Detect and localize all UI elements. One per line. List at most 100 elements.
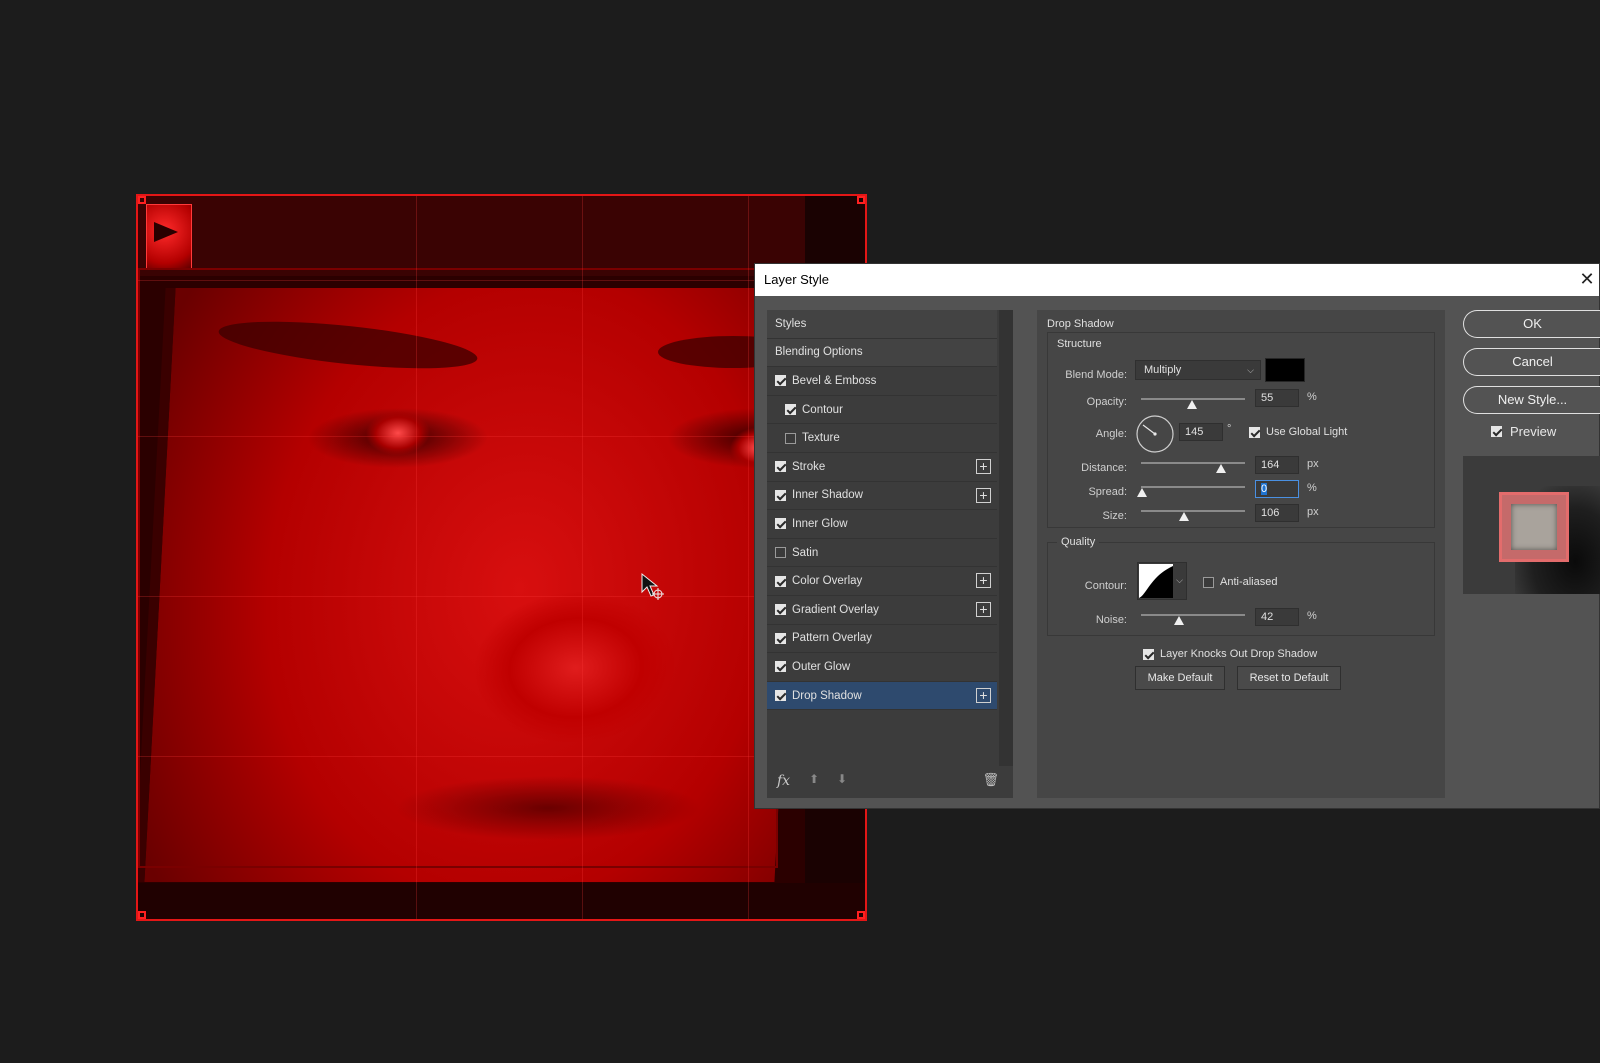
spread-slider-thumb[interactable] — [1137, 488, 1147, 497]
checkbox[interactable] — [1249, 426, 1260, 438]
styles-item-stroke[interactable]: Stroke + — [767, 452, 997, 482]
section-title: Drop Shadow — [1047, 318, 1114, 330]
chevron-down-icon: ⌵ — [1247, 365, 1254, 375]
shadow-color-swatch[interactable] — [1265, 358, 1305, 382]
spread-input[interactable]: 0 — [1255, 480, 1299, 498]
add-effect-icon[interactable]: + — [976, 573, 991, 589]
distance-input[interactable]: 164 — [1255, 456, 1299, 474]
styles-item-bevel-emboss[interactable]: Bevel & Emboss — [767, 367, 997, 396]
checkbox[interactable] — [775, 375, 786, 387]
knockout-checkbox[interactable]: Layer Knocks Out Drop Shadow — [1143, 648, 1317, 660]
styles-item-label: Texture — [802, 432, 840, 445]
styles-item-pattern-overlay[interactable]: Pattern Overlay — [767, 624, 997, 654]
checkbox[interactable] — [775, 661, 786, 673]
blend-mode-select[interactable]: Multiply ⌵ — [1135, 360, 1261, 380]
checkbox[interactable] — [775, 690, 786, 702]
dialog-body: Styles Blending Options Bevel & Emboss Cont… — [755, 296, 1600, 808]
checkbox[interactable] — [775, 632, 786, 644]
cancel-button[interactable]: Cancel — [1463, 348, 1600, 376]
add-effect-icon[interactable]: + — [976, 601, 991, 617]
anti-aliased-label: Anti-aliased — [1220, 576, 1278, 588]
blend-mode-value: Multiply — [1144, 364, 1182, 376]
guide-line — [748, 196, 749, 919]
distance-slider[interactable] — [1141, 462, 1245, 464]
add-effect-icon[interactable]: + — [976, 458, 991, 474]
styles-item-inner-glow[interactable]: Inner Glow — [767, 510, 997, 539]
styles-item-gradient-overlay[interactable]: Gradient Overlay + — [767, 595, 997, 625]
checkbox[interactable] — [775, 461, 786, 473]
checkbox[interactable] — [785, 432, 796, 444]
styles-list: Styles Blending Options Bevel & Emboss Cont… — [767, 310, 997, 711]
styles-item-inner-shadow[interactable]: Inner Shadow + — [767, 481, 997, 511]
transform-handle[interactable] — [857, 911, 865, 919]
move-up-icon[interactable]: ⬆ — [809, 772, 819, 786]
distance-slider-thumb[interactable] — [1216, 464, 1226, 473]
checkbox[interactable] — [775, 575, 786, 587]
make-default-button[interactable]: Make Default — [1135, 666, 1225, 690]
ok-button[interactable]: OK — [1463, 310, 1600, 338]
new-style-button[interactable]: New Style... — [1463, 386, 1600, 414]
layer-style-dialog: Layer Style ✕ Styles Blending Options Beve… — [754, 263, 1600, 809]
trash-icon[interactable]: 🗑 — [982, 772, 999, 788]
close-icon[interactable]: ✕ — [1575, 269, 1599, 291]
size-slider[interactable] — [1141, 510, 1245, 512]
spread-unit: % — [1307, 482, 1317, 494]
opacity-unit: % — [1307, 391, 1317, 403]
transform-handle[interactable] — [857, 196, 865, 204]
blend-mode-label: Blend Mode: — [1065, 369, 1127, 381]
styles-item-label: Outer Glow — [792, 660, 851, 673]
styles-item-outer-glow[interactable]: Outer Glow — [767, 653, 997, 682]
spread-label: Spread: — [1088, 486, 1127, 498]
opacity-input[interactable]: 55 — [1255, 389, 1299, 407]
style-preview — [1463, 456, 1600, 594]
styles-item-color-overlay[interactable]: Color Overlay + — [767, 567, 997, 596]
checkbox[interactable] — [1491, 426, 1502, 437]
move-down-icon[interactable]: ⬇ — [837, 772, 847, 786]
styles-item-styles[interactable]: Styles — [767, 310, 997, 339]
size-input[interactable]: 106 — [1255, 504, 1299, 522]
styles-item-blending-options[interactable]: Blending Options — [767, 338, 997, 368]
opacity-slider-thumb[interactable] — [1187, 400, 1197, 409]
checkbox[interactable] — [785, 404, 796, 416]
spread-slider[interactable] — [1141, 486, 1245, 488]
reset-default-button[interactable]: Reset to Default — [1237, 666, 1341, 690]
contour-picker[interactable]: ⌵ — [1137, 562, 1187, 600]
transform-handle[interactable] — [138, 196, 146, 204]
size-slider-thumb[interactable] — [1179, 512, 1189, 521]
add-effect-icon[interactable]: + — [976, 487, 991, 503]
styles-item-contour[interactable]: Contour — [767, 395, 997, 425]
noise-input[interactable]: 42 — [1255, 608, 1299, 626]
styles-item-drop-shadow[interactable]: Drop Shadow + — [767, 681, 997, 711]
dialog-titlebar[interactable]: Layer Style ✕ — [755, 264, 1599, 296]
angle-input[interactable]: 145 — [1179, 423, 1223, 441]
use-global-light-label: Use Global Light — [1266, 426, 1348, 438]
preview-checkbox[interactable]: Preview — [1491, 424, 1556, 439]
noise-unit: % — [1307, 610, 1317, 622]
checkbox[interactable] — [775, 547, 786, 559]
checkbox[interactable] — [1203, 576, 1214, 588]
use-global-light-checkbox[interactable]: Use Global Light — [1249, 426, 1347, 438]
angle-label: Angle: — [1095, 428, 1127, 440]
spread-value: 0 — [1261, 483, 1268, 495]
styles-item-texture[interactable]: Texture — [767, 424, 997, 453]
styles-item-label: Styles — [775, 317, 807, 330]
checkbox[interactable] — [775, 604, 786, 616]
size-label: Size: — [1102, 510, 1127, 522]
checkbox[interactable] — [1143, 648, 1154, 660]
fx-icon[interactable]: fx — [777, 773, 790, 789]
anti-aliased-checkbox[interactable]: Anti-aliased — [1203, 576, 1277, 588]
noise-slider[interactable] — [1141, 614, 1245, 616]
contour-curve-icon — [1139, 564, 1173, 598]
styles-item-satin[interactable]: Satin — [767, 538, 997, 568]
structure-title: Structure — [1057, 338, 1102, 350]
transform-handle[interactable] — [138, 911, 146, 919]
angle-dial-icon[interactable] — [1135, 414, 1175, 454]
quality-title: Quality — [1057, 536, 1100, 548]
styles-scrollbar[interactable] — [999, 310, 1013, 770]
checkbox[interactable] — [775, 489, 786, 501]
add-effect-icon[interactable]: + — [976, 687, 991, 703]
noise-slider-thumb[interactable] — [1174, 616, 1184, 625]
styles-item-label: Bevel & Emboss — [792, 374, 877, 387]
styles-footer: fx ⬆ ⬇ 🗑 — [767, 766, 1013, 798]
checkbox[interactable] — [775, 518, 786, 530]
